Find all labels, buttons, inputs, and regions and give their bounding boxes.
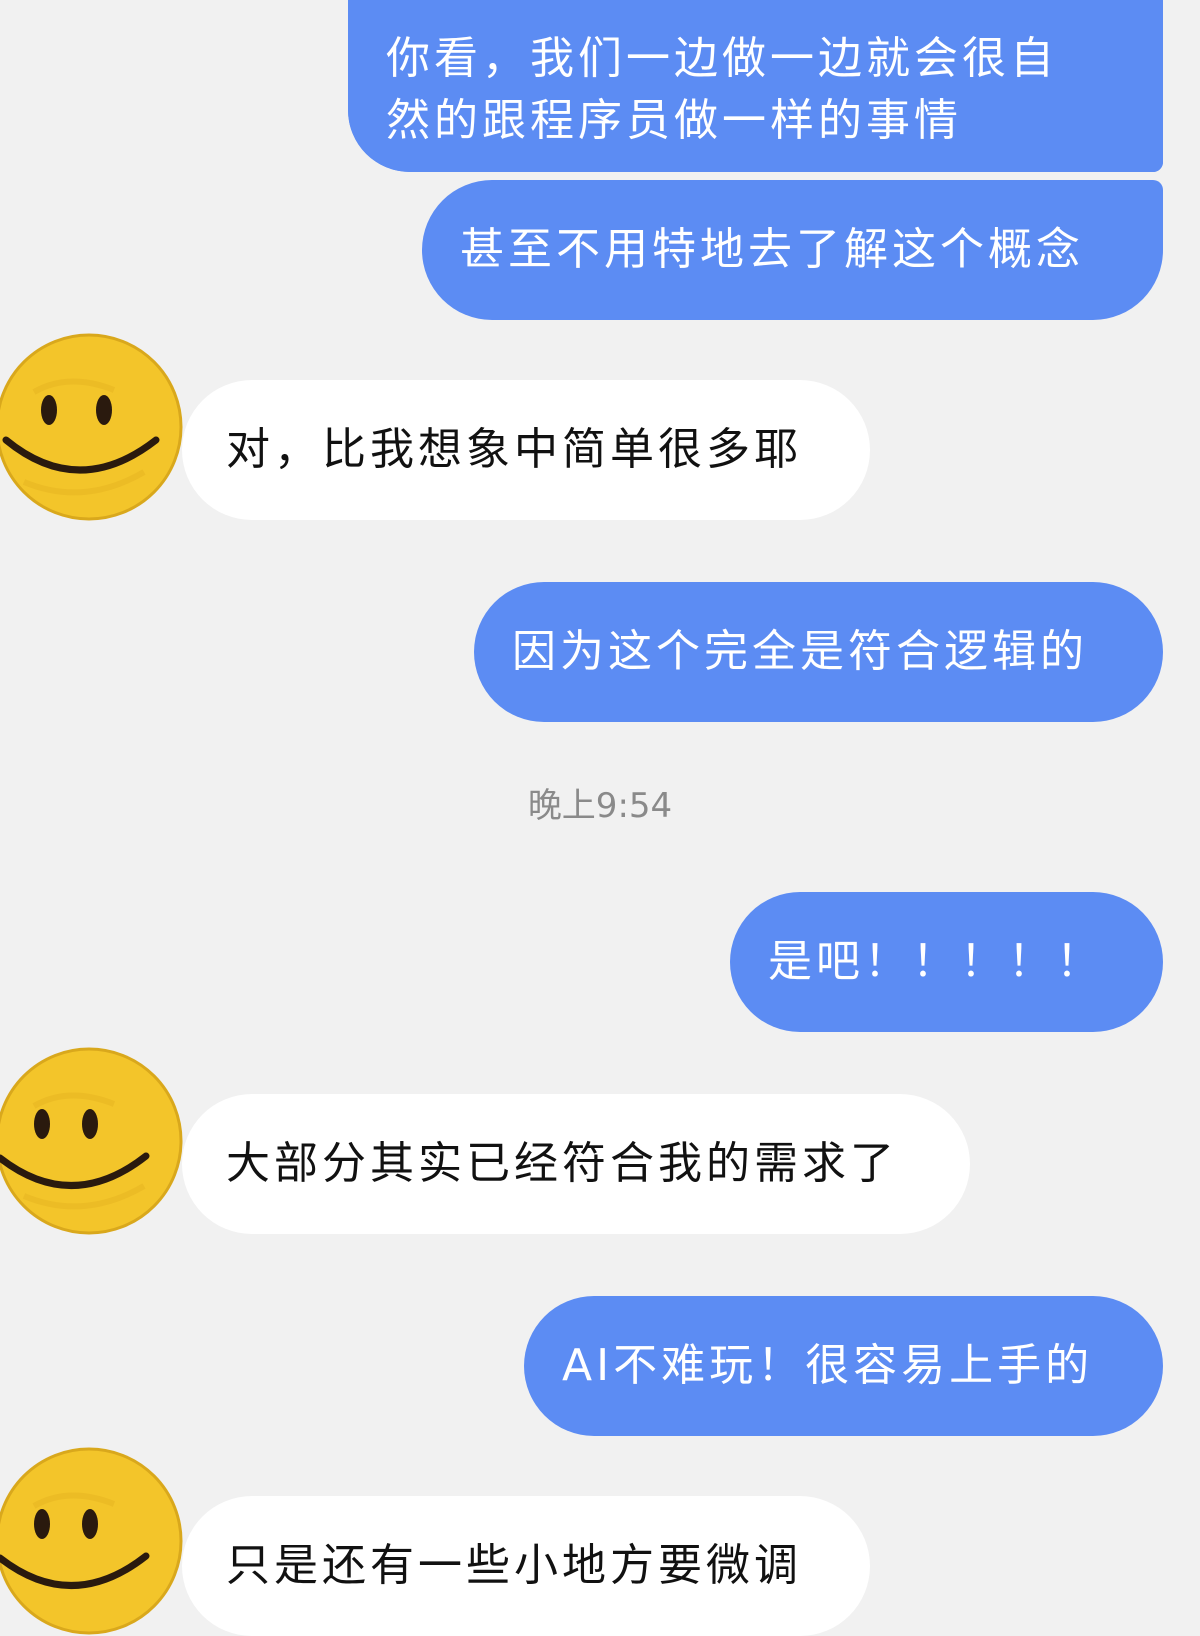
message-text-line-1: 你看，我们一边做一边就会很自 [386, 33, 1058, 84]
message-text: 对，比我想象中简单很多耶 [226, 424, 802, 475]
contact-avatar[interactable] [0, 332, 184, 522]
message-text: AI不难玩！很容易上手的 [562, 1340, 1094, 1391]
incoming-message-bubble[interactable]: 大部分其实已经符合我的需求了 [182, 1094, 970, 1234]
message-text: 只是还有一些小地方要微调 [226, 1540, 802, 1591]
contact-avatar[interactable] [0, 1046, 184, 1236]
incoming-message-bubble[interactable]: 对，比我想象中简单很多耶 [182, 380, 870, 520]
outgoing-message-bubble[interactable]: 你看，我们一边做一边就会很自 然的跟程序员做一样的事情 [348, 0, 1163, 172]
outgoing-message-bubble[interactable]: AI不难玩！很容易上手的 [524, 1296, 1163, 1436]
smiley-face-icon [0, 1447, 183, 1635]
contact-avatar[interactable] [0, 1446, 184, 1636]
outgoing-message-bubble[interactable]: 因为这个完全是符合逻辑的 [474, 582, 1163, 722]
incoming-message-bubble[interactable]: 只是还有一些小地方要微调 [182, 1496, 870, 1636]
message-text: 因为这个完全是符合逻辑的 [512, 626, 1088, 677]
message-text: 是吧！！！！！ [768, 936, 1104, 987]
smiley-face-icon [0, 333, 183, 521]
outgoing-message-bubble[interactable]: 甚至不用特地去了解这个概念 [422, 180, 1163, 320]
message-text-line-2: 然的跟程序员做一样的事情 [386, 95, 962, 146]
message-timestamp: 晚上9:54 [527, 786, 673, 826]
message-text: 甚至不用特地去了解这个概念 [460, 224, 1084, 275]
smiley-face-icon [0, 1047, 183, 1235]
outgoing-message-bubble[interactable]: 是吧！！！！！ [730, 892, 1163, 1032]
message-text: 大部分其实已经符合我的需求了 [226, 1138, 898, 1189]
